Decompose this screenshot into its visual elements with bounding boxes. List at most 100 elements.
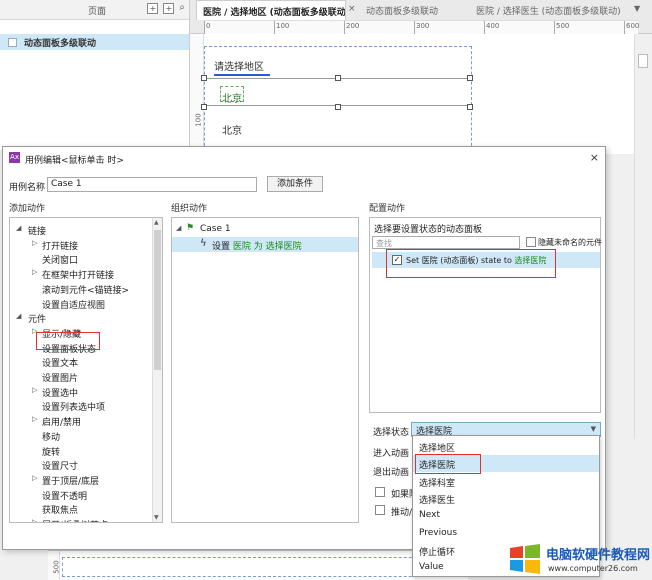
add-action-item[interactable]: 设置不透明 <box>10 487 150 502</box>
resize-handle[interactable] <box>201 75 207 81</box>
case-label: Case 1 <box>200 224 231 234</box>
close-icon[interactable]: × <box>590 151 599 164</box>
add-action-item[interactable]: ▷ 设置选中 <box>10 384 150 399</box>
add-action-item[interactable]: ▷ 置于顶层/底层 <box>10 472 150 487</box>
expand-icon[interactable]: ▷ <box>32 415 37 423</box>
add-action-item[interactable]: 设置自适应视图 <box>10 296 150 311</box>
expand-icon[interactable]: ▷ <box>32 386 37 394</box>
state-option[interactable]: Next <box>413 507 599 524</box>
state-option[interactable]: Previous <box>413 525 599 542</box>
scrollbar-thumb[interactable] <box>154 230 161 370</box>
add-action-item[interactable]: ▷ 打开链接 <box>10 237 150 252</box>
case-name-label: 用例名称 <box>9 183 46 193</box>
case-node[interactable]: ◢ ⚑ Case 1 <box>172 222 358 237</box>
add-action-item[interactable]: 获取焦点 <box>10 501 150 516</box>
dialog-title: 用例编辑<鼠标单击 时> <box>25 156 124 166</box>
add-folder-icon[interactable]: + <box>163 3 175 14</box>
add-action-label: 设置列表选中项 <box>42 403 106 414</box>
add-action-item[interactable]: 设置尺寸 <box>10 457 150 472</box>
design-canvas[interactable]: 请选择地区 北京 北京 <box>201 34 634 156</box>
add-action-label: 置于顶层/底层 <box>42 476 100 487</box>
state-option[interactable]: 选择地区 <box>413 438 599 455</box>
search-icon[interactable]: ⌕ <box>179 3 185 14</box>
highlight-box <box>386 249 556 278</box>
vertical-ruler: 100 <box>190 34 204 154</box>
watermark: 电脑软硬件教程网 www.computer26.com <box>508 540 652 580</box>
lightning-icon: ϟ <box>200 238 207 249</box>
ruler-mark: 600 <box>626 22 640 30</box>
add-action-item[interactable]: ◢ 链接 <box>10 222 150 237</box>
resize-handle[interactable] <box>467 104 473 110</box>
add-action-item[interactable]: ▷ 在框架中打开链接 <box>10 266 150 281</box>
ruler-mark: 200 <box>346 22 360 30</box>
tab-select-region[interactable]: 医院 / 选择地区 (动态面板多级联动) <box>196 0 346 20</box>
dynamic-panel-outline <box>62 557 462 577</box>
ruler-mark: 100 <box>276 22 290 30</box>
hide-unnamed-label: 隐藏未命名的元件 <box>538 238 602 247</box>
resize-handle[interactable] <box>201 104 207 110</box>
add-action-label: 展开/折叠树节点 <box>42 518 108 522</box>
city-label[interactable]: 北京 <box>222 122 242 137</box>
watermark-url: www.computer26.com <box>548 564 638 573</box>
filter-input[interactable]: 查找 <box>372 236 520 249</box>
add-condition-button[interactable]: 添加条件 <box>267 176 323 192</box>
organize-action-heading: 组织动作 <box>171 204 208 214</box>
option-checkbox-1[interactable] <box>375 487 385 497</box>
collapse-icon[interactable]: ◢ <box>16 312 21 320</box>
add-action-item[interactable]: ▷ 启用/禁用 <box>10 413 150 428</box>
add-action-label: 设置尺寸 <box>42 462 79 473</box>
action-mid: 为 <box>250 242 266 252</box>
add-action-label: 设置文本 <box>42 359 79 370</box>
add-action-label: 获取焦点 <box>42 506 79 517</box>
add-action-item[interactable]: 滚动到元件<锚链接> <box>10 281 150 296</box>
scrollbar-thumb[interactable] <box>638 54 648 68</box>
add-action-item[interactable]: 移动 <box>10 428 150 443</box>
pages-panel: 页面 + + ⌕ 动态面板多级联动 <box>0 0 190 150</box>
resize-handle[interactable] <box>335 104 341 110</box>
canvas-scrollbar[interactable] <box>634 34 652 439</box>
tab-menu-icon[interactable]: ▼ <box>634 4 640 13</box>
collapse-icon[interactable]: ◢ <box>176 224 181 232</box>
case-name-input[interactable]: Case 1 <box>47 177 257 192</box>
add-action-item[interactable]: ◢ 元件 <box>10 310 150 325</box>
hide-unnamed-checkbox[interactable] <box>526 237 536 247</box>
add-action-item[interactable]: 设置列表选中项 <box>10 398 150 413</box>
ruler-mark: 300 <box>416 22 430 30</box>
expand-icon[interactable]: ▷ <box>32 268 37 276</box>
watermark-title: 电脑软硬件教程网 <box>546 548 651 563</box>
add-action-item[interactable]: 设置图片 <box>10 369 150 384</box>
region-title[interactable]: 请选择地区 <box>214 58 264 73</box>
add-page-icon[interactable]: + <box>147 3 159 14</box>
configure-subtitle: 选择要设置状态的动态面板 <box>374 225 483 235</box>
expand-icon[interactable]: ▷ <box>32 518 37 522</box>
action-node[interactable]: ϟ 设置 医院 为 选择医院 <box>172 237 358 252</box>
add-action-label: 打开链接 <box>42 241 79 252</box>
action-prefix: 设置 <box>212 242 233 252</box>
add-action-tree: ◢ 链接 ▷ 打开链接 关闭窗口 ▷ 在框架中打开链接 滚动到元件<锚链接> 设置自适应视图 ◢ 元… <box>9 217 163 523</box>
add-action-label: 旋转 <box>42 447 61 458</box>
collapse-icon[interactable]: ◢ <box>16 224 21 232</box>
state-option[interactable]: 选择科室 <box>413 473 599 490</box>
state-option[interactable]: 选择医生 <box>413 490 599 507</box>
add-action-item[interactable]: ▷ 展开/折叠树节点 <box>10 516 150 522</box>
resize-handle[interactable] <box>335 75 341 81</box>
tab-dynamic-panel[interactable]: 动态面板多级联动 <box>360 0 470 20</box>
exit-animation-label: 退出动画 <box>373 468 410 478</box>
page-item-dynamic-panel[interactable]: 动态面板多级联动 <box>0 34 189 50</box>
resize-handle[interactable] <box>467 75 473 81</box>
option-checkbox-2[interactable] <box>375 505 385 515</box>
tree-scrollbar[interactable]: ▲ ▼ <box>152 218 162 522</box>
app-icon: Ax <box>9 152 20 163</box>
city-label-selected[interactable]: 北京 <box>222 90 242 105</box>
add-action-item[interactable]: 关闭窗口 <box>10 251 150 266</box>
action-target: 医院 <box>232 242 251 252</box>
add-action-label: 元件 <box>28 315 47 326</box>
add-action-item[interactable]: 旋转 <box>10 443 150 458</box>
tab-select-doctor[interactable]: 医院 / 选择医生 (动态面板多级联动) <box>470 0 630 20</box>
add-action-item[interactable]: 设置文本 <box>10 354 150 369</box>
expand-icon[interactable]: ▷ <box>32 474 37 482</box>
add-action-label: 设置不透明 <box>42 491 88 502</box>
close-tab-icon[interactable]: × <box>348 4 356 14</box>
lower-canvas: 500 <box>48 550 468 580</box>
expand-icon[interactable]: ▷ <box>32 239 37 247</box>
